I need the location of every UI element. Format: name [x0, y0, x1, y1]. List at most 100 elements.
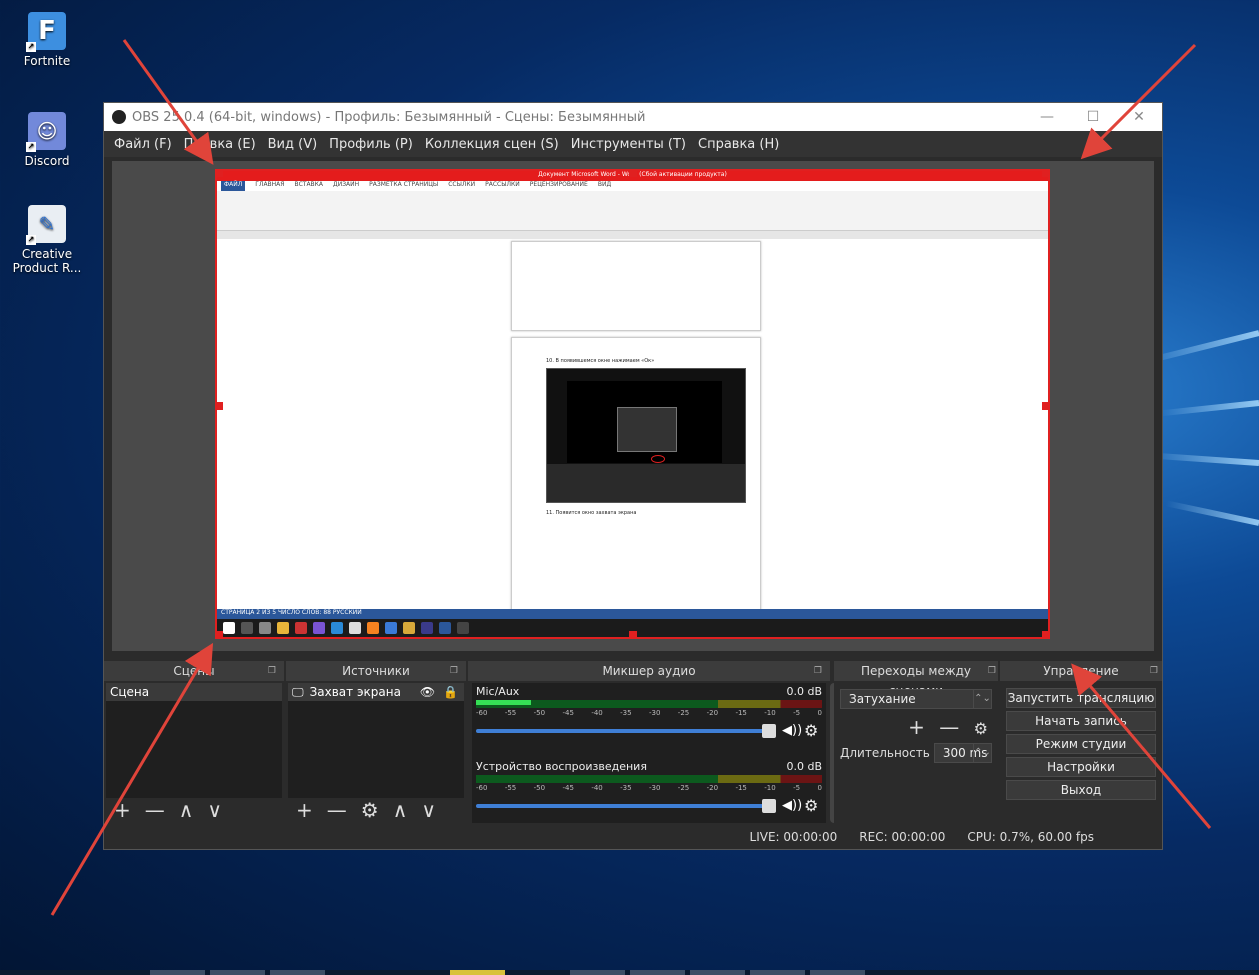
fortnite-icon: F ↗: [26, 12, 66, 52]
creative-product-icon: ✎ ↗: [26, 205, 66, 245]
list-item[interactable]: Сцена: [106, 683, 282, 701]
menu-edit[interactable]: Правка (E): [178, 137, 262, 152]
speaker-icon[interactable]: ◀)): [782, 723, 804, 738]
discord-icon: ☺ ↗: [26, 112, 66, 152]
move-up-icon[interactable]: ∧: [179, 798, 194, 822]
word-tab: ВСТАВКА: [294, 181, 324, 188]
track-name: Устройство воспроизведения: [476, 760, 647, 773]
chevron-updown-icon: ⌃⌄: [973, 690, 991, 708]
resize-handle[interactable]: [1042, 631, 1048, 637]
word-tab: ДИЗАЙН: [333, 181, 360, 188]
exit-button[interactable]: Выход: [1006, 780, 1156, 800]
menu-tools[interactable]: Инструменты (T): [565, 137, 692, 152]
wallpaper-beam: [1149, 452, 1259, 466]
resize-handle[interactable]: [629, 631, 637, 637]
minimize-button[interactable]: —: [1024, 109, 1070, 125]
audio-mixer-dock: Микшер аудио ❐ Mic/Aux 0.0 dB -60 -55 -50-…: [468, 661, 838, 826]
word-tab: ГЛАВНАЯ: [255, 181, 285, 188]
mixer-dock-header: Микшер аудио ❐: [468, 661, 830, 681]
volume-meter: [476, 775, 822, 783]
desktop-icon-label: Fortnite: [23, 54, 71, 68]
gear-icon[interactable]: ⚙: [804, 796, 822, 815]
move-up-icon[interactable]: ∧: [393, 798, 408, 822]
chevron-updown-icon[interactable]: ⌃⌄: [973, 744, 991, 762]
resize-handle[interactable]: [217, 402, 223, 410]
gear-icon[interactable]: ⚙: [804, 721, 822, 740]
resize-handle[interactable]: [217, 631, 223, 637]
add-scene-icon[interactable]: +: [114, 798, 131, 822]
sources-dock-header: Источники ❐: [286, 661, 466, 681]
resize-handle[interactable]: [629, 171, 637, 177]
mixer-track-mic: Mic/Aux 0.0 dB -60 -55 -50 -45 -40 -35 -30 -25-…: [476, 685, 822, 740]
controls-dock-header: Управление ❐: [1000, 661, 1162, 681]
settings-button[interactable]: Настройки: [1006, 757, 1156, 777]
desktop-icon-discord[interactable]: ☺ ↗ Discord: [8, 112, 86, 168]
volume-slider[interactable]: [476, 798, 776, 813]
lock-icon[interactable]: 🔒: [443, 683, 458, 701]
word-page-2: 10. В появившемся окне нажимаем «Ок» 11.…: [511, 337, 761, 617]
start-streaming-button[interactable]: Запустить трансляцию: [1006, 688, 1156, 708]
scenes-list[interactable]: Сцена: [106, 683, 282, 798]
word-ribbon-tabs: ФАЙЛ ГЛАВНАЯ ВСТАВКА ДИЗАЙН РАЗМЕТКА СТР…: [217, 181, 1048, 191]
list-item[interactable]: 🖵 Захват экрана 👁 🔒: [288, 683, 464, 701]
gear-icon[interactable]: ⚙: [361, 798, 379, 822]
desktop-icon-creative-product[interactable]: ✎ ↗ Creative Product R...: [8, 205, 86, 275]
add-transition-icon[interactable]: +: [908, 715, 925, 739]
add-source-icon[interactable]: +: [296, 798, 313, 822]
menu-help[interactable]: Справка (H): [692, 137, 785, 152]
scene-name: Сцена: [110, 685, 150, 699]
maximize-button[interactable]: ☐: [1070, 109, 1116, 125]
remove-source-icon[interactable]: —: [327, 798, 347, 822]
slider-handle[interactable]: [762, 723, 776, 738]
duration-label: Длительность: [840, 746, 930, 760]
doc-text-line: 10. В появившемся окне нажимаем «Ок»: [546, 358, 655, 364]
duration-spinbox[interactable]: 300 ms ⌃⌄: [933, 743, 992, 763]
resize-handle[interactable]: [217, 171, 223, 177]
obs-window: OBS 25.0.4 (64-bit, windows) - Профиль: …: [103, 102, 1163, 850]
volume-slider[interactable]: [476, 723, 776, 738]
scenes-toolbar: + — ∧ ∨: [104, 798, 284, 822]
word-status-bar: СТРАНИЦА 2 ИЗ 5 ЧИСЛО СЛОВ: 88 РУССКИЙ: [217, 609, 1048, 619]
speaker-icon[interactable]: ◀)): [782, 798, 804, 813]
word-tab: ФАЙЛ: [221, 181, 246, 191]
resize-handle[interactable]: [1042, 171, 1048, 177]
word-tab: РЕЦЕНЗИРОВАНИЕ: [529, 181, 588, 188]
visibility-eye-icon[interactable]: 👁: [420, 683, 435, 701]
menu-scene-collection[interactable]: Коллекция сцен (S): [419, 137, 565, 152]
menu-profile[interactable]: Профиль (P): [323, 137, 419, 152]
preview-canvas[interactable]: Документ Microsoft Word - Word (Сбой акт…: [112, 161, 1154, 651]
word-tab: РАЗМЕТКА СТРАНИЦЫ: [369, 181, 439, 188]
monitor-icon: 🖵: [292, 685, 304, 699]
word-tab: РАССЫЛКИ: [485, 181, 520, 188]
undock-icon[interactable]: ❐: [988, 661, 996, 681]
slider-handle[interactable]: [762, 798, 776, 813]
undock-icon[interactable]: ❐: [450, 661, 458, 681]
doc-text-line: 11. Появится окно захвата экрана: [546, 510, 637, 516]
window-title: OBS 25.0.4 (64-bit, windows) - Профиль: …: [132, 109, 646, 125]
undock-icon[interactable]: ❐: [1150, 661, 1158, 681]
track-db: 0.0 dB: [786, 760, 822, 773]
volume-meter: [476, 700, 822, 708]
title-bar[interactable]: OBS 25.0.4 (64-bit, windows) - Профиль: …: [104, 103, 1162, 131]
start-recording-button[interactable]: Начать запись: [1006, 711, 1156, 731]
resize-handle[interactable]: [1042, 402, 1048, 410]
menu-view[interactable]: Вид (V): [262, 137, 324, 152]
desktop-icon-fortnite[interactable]: F ↗ Fortnite: [8, 12, 86, 68]
remove-transition-icon[interactable]: —: [939, 715, 959, 739]
undock-icon[interactable]: ❐: [268, 661, 276, 681]
track-db: 0.0 dB: [786, 685, 822, 698]
screen-capture-source[interactable]: Документ Microsoft Word - Word (Сбой акт…: [215, 169, 1050, 639]
meter-scale: -60 -55 -50 -45 -40 -35 -30 -25 -20 -15 -10 -5 0: [476, 709, 822, 717]
menu-file[interactable]: Файл (F): [108, 137, 178, 152]
menu-bar: Файл (F) Правка (E) Вид (V) Профиль (P) …: [104, 131, 1162, 157]
transition-select[interactable]: Затухание ⌃⌄: [840, 689, 992, 709]
studio-mode-button[interactable]: Режим студии: [1006, 734, 1156, 754]
undock-icon[interactable]: ❐: [814, 661, 822, 681]
remove-scene-icon[interactable]: —: [145, 798, 165, 822]
close-button[interactable]: ✕: [1116, 109, 1162, 125]
move-down-icon[interactable]: ∨: [421, 798, 436, 822]
move-down-icon[interactable]: ∨: [207, 798, 222, 822]
gear-icon[interactable]: ⚙: [974, 719, 988, 738]
transition-selected: Затухание: [849, 692, 916, 706]
sources-list[interactable]: 🖵 Захват экрана 👁 🔒: [288, 683, 464, 798]
